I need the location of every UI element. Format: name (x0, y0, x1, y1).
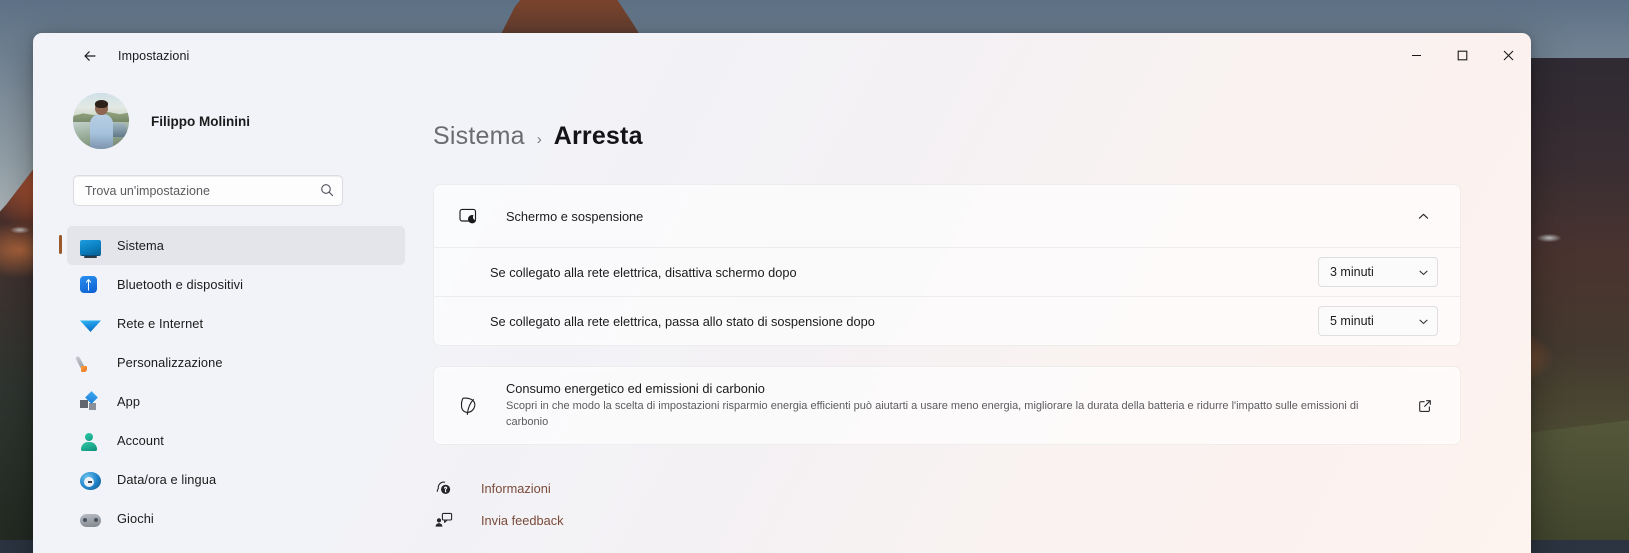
app-title: Impostazioni (118, 49, 189, 63)
breadcrumb-parent[interactable]: Sistema (433, 122, 525, 151)
user-profile[interactable]: Filippo Molinini (73, 93, 423, 149)
collapse-section-button[interactable] (1408, 201, 1438, 231)
avatar (73, 93, 129, 149)
gamepad-icon (80, 514, 101, 527)
minimize-button[interactable] (1393, 33, 1439, 78)
feedback-icon (433, 512, 455, 528)
carbon-emissions-card[interactable]: Consumo energetico ed emissioni di carbo… (433, 366, 1461, 445)
setting-label: Se collegato alla rete elettrica, disatt… (490, 265, 1318, 280)
page-title: Arresta (554, 122, 643, 151)
open-external-icon[interactable] (1410, 391, 1440, 421)
sidebar-item-personalizzazione[interactable]: Personalizzazione (67, 343, 405, 382)
sidebar-item-data-ora-e-lingua[interactable]: Data/ora e lingua (67, 460, 405, 499)
sidebar-item-label: Bluetooth e dispositivi (117, 277, 243, 292)
screen-and-sleep-card: Schermo e sospensione Se collegato alla … (433, 184, 1461, 346)
screen-and-sleep-header[interactable]: Schermo e sospensione (434, 185, 1460, 247)
window-controls (1393, 33, 1531, 78)
carbon-card-description: Scopri in che modo la scelta di impostaz… (506, 399, 1396, 430)
bluetooth-icon: ᛏ (80, 274, 101, 295)
settings-window: Impostazioni Filippo Molinini (33, 33, 1531, 553)
link-label: Informazioni (481, 481, 551, 496)
carbon-card-title: Consumo energetico ed emissioni di carbo… (506, 381, 1396, 396)
chevron-down-icon (1418, 316, 1429, 327)
section-title: Schermo e sospensione (506, 209, 1408, 224)
table-row: Se collegato alla rete elettrica, disatt… (434, 247, 1460, 296)
screen-sleep-icon (458, 208, 480, 225)
table-row: Se collegato alla rete elettrica, passa … (434, 296, 1460, 345)
sidebar-item-label: Data/ora e lingua (117, 472, 216, 487)
breadcrumb: Sistema › Arresta (433, 122, 1461, 151)
account-icon (80, 433, 101, 451)
sidebar-item-label: Sistema (117, 238, 164, 253)
dropdown-value: 5 minuti (1330, 314, 1374, 328)
maximize-button[interactable] (1439, 33, 1485, 78)
help-info-icon (433, 479, 455, 497)
paintbrush-icon (80, 354, 101, 373)
sidebar-item-label: Account (117, 433, 164, 448)
sidebar-item-account[interactable]: Account (67, 421, 405, 460)
wifi-icon (80, 319, 101, 332)
sidebar-item-label: App (117, 394, 140, 409)
setting-label: Se collegato alla rete elettrica, passa … (490, 314, 1318, 329)
clock-icon (80, 472, 101, 490)
back-button[interactable] (73, 40, 107, 72)
chevron-down-icon (1418, 267, 1429, 278)
footer-links: Informazioni Invia feedback (433, 472, 1461, 536)
monitor-icon (80, 240, 101, 255)
title-bar: Impostazioni (33, 33, 1531, 78)
sidebar-item-label: Rete e Internet (117, 316, 203, 331)
link-informazioni[interactable]: Informazioni (433, 472, 1461, 504)
dropdown-value: 3 minuti (1330, 265, 1374, 279)
carbon-card-text: Consumo energetico ed emissioni di carbo… (506, 381, 1410, 430)
sidebar-item-sistema[interactable]: Sistema (67, 226, 405, 265)
link-invia-feedback[interactable]: Invia feedback (433, 504, 1461, 536)
link-label: Invia feedback (481, 513, 564, 528)
leaf-icon (458, 395, 480, 416)
sleep-timeout-dropdown[interactable]: 5 minuti (1318, 306, 1438, 336)
sidebar-item-bluetooth-e-dispositivi[interactable]: ᛏ Bluetooth e dispositivi (67, 265, 405, 304)
search-box (73, 175, 343, 206)
sidebar-item-label: Personalizzazione (117, 355, 223, 370)
screen-off-timeout-dropdown[interactable]: 3 minuti (1318, 257, 1438, 287)
search-input[interactable] (73, 175, 343, 206)
sidebar-item-giochi[interactable]: Giochi (67, 499, 405, 538)
main-content: Sistema › Arresta Schermo e sospensione (423, 78, 1531, 553)
profile-name: Filippo Molinini (151, 114, 250, 129)
apps-icon (80, 394, 101, 412)
close-button[interactable] (1485, 33, 1531, 78)
sidebar-item-label: Giochi (117, 511, 154, 526)
sidebar-item-rete-e-internet[interactable]: Rete e Internet (67, 304, 405, 343)
breadcrumb-separator: › (537, 131, 542, 148)
sidebar: Filippo Molinini Sistema ᛏ (33, 78, 423, 553)
sidebar-nav: Sistema ᛏ Bluetooth e dispositivi Rete e… (33, 226, 423, 538)
sidebar-item-app[interactable]: App (67, 382, 405, 421)
